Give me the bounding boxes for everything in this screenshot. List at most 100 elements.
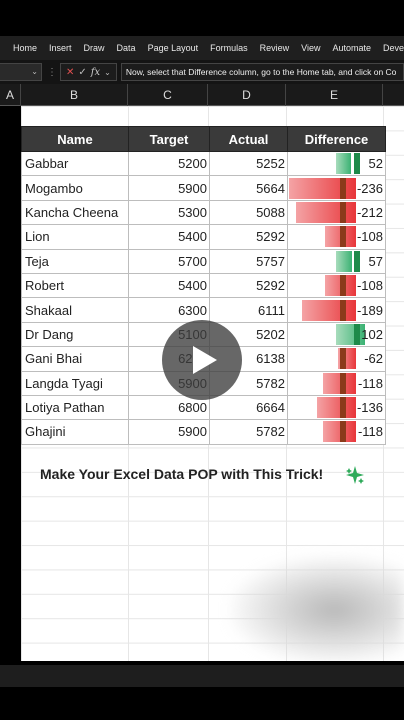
cell-target[interactable]: 5300 (128, 199, 210, 226)
header-actual[interactable]: Actual (209, 126, 288, 152)
cell-target[interactable]: 5200 (128, 150, 210, 177)
cell-target[interactable]: 5700 (128, 248, 210, 274)
data-bar-marker (340, 177, 346, 199)
cell-difference[interactable]: 52 (287, 150, 386, 177)
difference-value: -212 (356, 204, 383, 220)
drag-handle-icon[interactable]: ⋮ (47, 67, 57, 78)
ribbon-tabs: Home Insert Draw Data Page Layout Formulas Rev… (0, 36, 404, 60)
data-bar (317, 397, 356, 419)
cell-name[interactable]: Gani Bhai (21, 346, 129, 372)
cell-difference[interactable]: -136 (287, 394, 386, 421)
difference-value: -236 (356, 180, 383, 196)
cell-difference[interactable]: 57 (287, 248, 386, 274)
cell-difference[interactable]: -118 (287, 370, 386, 396)
cell-difference[interactable]: -236 (287, 175, 386, 201)
play-button[interactable] (162, 320, 242, 400)
column-header-c[interactable]: C (128, 84, 208, 106)
header-difference[interactable]: Difference (287, 126, 386, 152)
cell-actual[interactable]: 5664 (209, 175, 288, 201)
cell-actual[interactable]: 5757 (209, 248, 288, 274)
ribbon-tab-formulas[interactable]: Formulas (210, 43, 248, 53)
cell-difference[interactable]: -212 (287, 199, 386, 226)
ribbon-tab-automate[interactable]: Automate (333, 43, 372, 53)
data-bar-marker (340, 348, 346, 370)
cell-actual[interactable]: 6111 (209, 297, 288, 323)
data-bar-marker (354, 323, 360, 345)
cell-name[interactable]: Langda Tyagi (21, 370, 129, 396)
difference-value: -108 (356, 229, 383, 245)
header-name[interactable]: Name (21, 126, 129, 152)
table-row: Ghajini 5900 5782 -118 (21, 419, 386, 445)
cell-target[interactable]: 5900 (128, 175, 210, 201)
ribbon-tab-page-layout[interactable]: Page Layout (148, 43, 199, 53)
ribbon-tab-view[interactable]: View (301, 43, 320, 53)
formula-bar: ⌄ ⋮ ✕ ✓ fx ⌄ Now, select that Difference… (0, 60, 404, 84)
difference-value: -118 (357, 375, 383, 391)
cell-name[interactable]: Shakaal (21, 297, 129, 323)
cell-difference[interactable]: -62 (287, 346, 386, 372)
cell-actual[interactable]: 5292 (209, 224, 288, 250)
difference-value: 102 (361, 326, 383, 342)
difference-value: -136 (356, 400, 383, 416)
table-row: Mogambo 5900 5664 -236 (21, 175, 386, 201)
sparkle-icon (346, 466, 364, 484)
play-icon (193, 346, 217, 374)
cell-actual[interactable]: 5782 (209, 419, 288, 445)
column-header-b[interactable]: B (21, 84, 128, 106)
check-icon[interactable]: ✓ (78, 67, 86, 78)
cell-name[interactable]: Ghajini (21, 419, 129, 445)
cell-actual[interactable]: 6664 (209, 394, 288, 421)
name-box[interactable]: ⌄ (0, 63, 42, 81)
cell-difference[interactable]: -189 (287, 297, 386, 323)
column-header-a[interactable]: A (0, 84, 21, 106)
table-row: Teja 5700 5757 57 (21, 248, 386, 274)
difference-value: -108 (356, 278, 383, 294)
data-bar-marker (340, 275, 346, 297)
cell-target[interactable]: 6300 (128, 297, 210, 323)
table-row: Lion 5400 5292 -108 (21, 224, 386, 250)
blurred-object (230, 556, 404, 664)
table-row: Robert 5400 5292 -108 (21, 272, 386, 299)
difference-value: -118 (357, 424, 383, 440)
cell-name[interactable]: Robert (21, 272, 129, 299)
formula-input[interactable]: Now, select that Difference column, go t… (120, 63, 404, 81)
cell-difference[interactable]: -118 (287, 419, 386, 445)
cell-name[interactable]: Teja (21, 248, 129, 274)
cell-target[interactable]: 5400 (128, 224, 210, 250)
fx-icon[interactable]: fx (91, 67, 100, 78)
data-bar (336, 250, 353, 272)
cell-name[interactable]: Dr Dang (21, 321, 129, 348)
data-bar-marker (354, 250, 360, 272)
cell-name[interactable]: Kancha Cheena (21, 199, 129, 226)
column-headers: ABCDE (0, 84, 404, 106)
formula-actions: ✕ ✓ fx ⌄ (60, 63, 117, 81)
data-bar (302, 299, 356, 321)
difference-value: 52 (368, 156, 383, 172)
x-icon[interactable]: ✕ (66, 67, 74, 78)
column-header-d[interactable]: D (208, 84, 286, 106)
ribbon-tab-devel[interactable]: Devel (383, 43, 404, 53)
cell-actual[interactable]: 5088 (209, 199, 288, 226)
ribbon-tab-data[interactable]: Data (117, 43, 136, 53)
cell-target[interactable]: 5900 (128, 419, 210, 445)
ribbon-tab-draw[interactable]: Draw (84, 43, 105, 53)
cell-name[interactable]: Lion (21, 224, 129, 250)
ribbon-tab-review[interactable]: Review (260, 43, 290, 53)
cell-difference[interactable]: -108 (287, 272, 386, 299)
header-target[interactable]: Target (128, 126, 210, 152)
cell-name[interactable]: Lotiya Pathan (21, 394, 129, 421)
cell-target[interactable]: 5400 (128, 272, 210, 299)
caption-text: Make Your Excel Data POP with This Trick… (40, 466, 324, 482)
cell-actual[interactable]: 5252 (209, 150, 288, 177)
ribbon-tab-insert[interactable]: Insert (49, 43, 72, 53)
chevron-down-icon[interactable]: ⌄ (31, 67, 38, 76)
top-bar (0, 0, 404, 36)
cell-name[interactable]: Mogambo (21, 175, 129, 201)
ribbon-tab-home[interactable]: Home (13, 43, 37, 53)
cell-difference[interactable]: 102 (287, 321, 386, 348)
cell-name[interactable]: Gabbar (21, 150, 129, 177)
column-header-e[interactable]: E (286, 84, 383, 106)
chevron-down-icon[interactable]: ⌄ (104, 68, 111, 77)
cell-difference[interactable]: -108 (287, 224, 386, 250)
cell-actual[interactable]: 5292 (209, 272, 288, 299)
